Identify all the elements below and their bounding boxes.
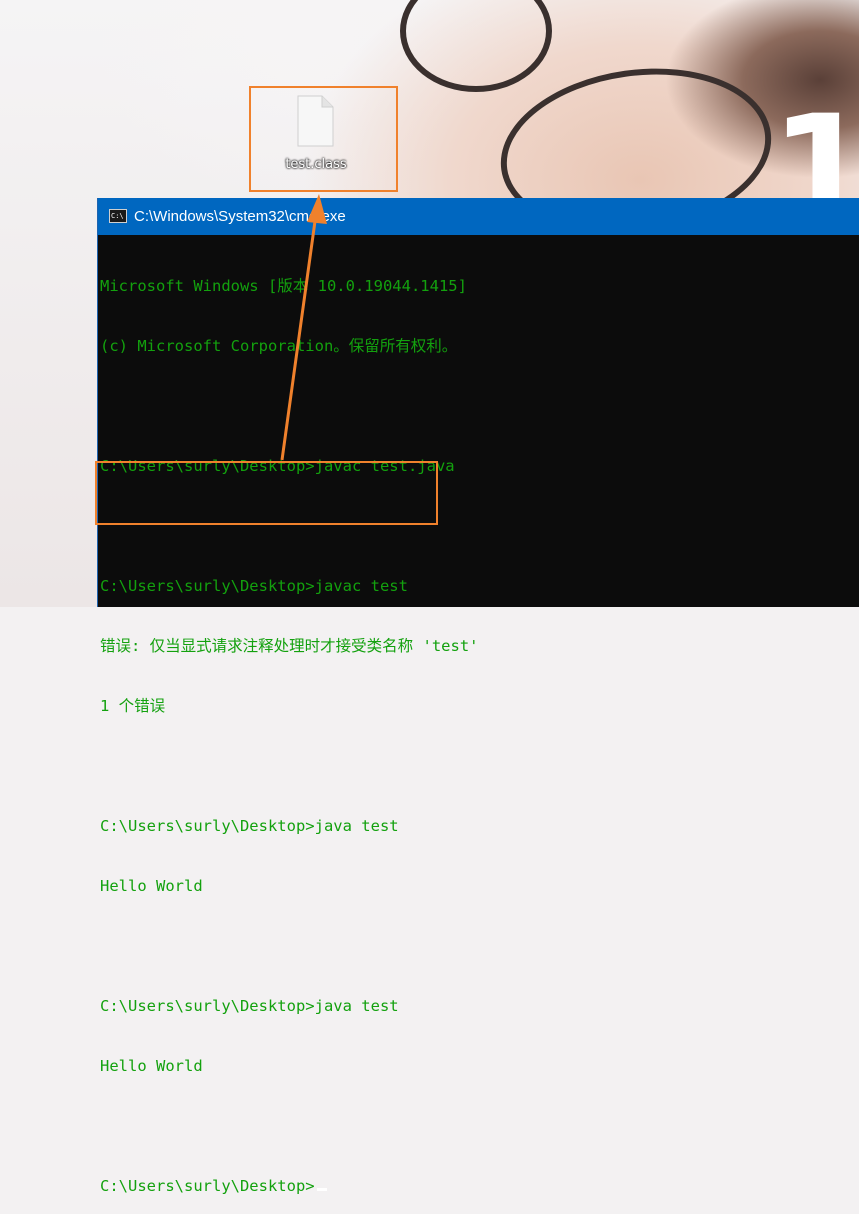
output-highlight-box xyxy=(95,461,438,525)
console-line: 1 个错误 xyxy=(100,697,166,715)
text-cursor xyxy=(316,1188,327,1191)
console-line: Hello World xyxy=(100,877,203,895)
console-line: Microsoft Windows [版本 10.0.19044.1415] xyxy=(100,277,467,295)
console-line: C:\Users\surly\Desktop>javac test xyxy=(100,577,408,595)
glasses-lens-frame-left xyxy=(400,0,552,92)
console-line: C:\Users\surly\Desktop>java test xyxy=(100,817,399,835)
console-output[interactable]: Microsoft Windows [版本 10.0.19044.1415] (… xyxy=(100,236,859,1195)
cmd-window[interactable]: C:\ C:\Windows\System32\cmd.exe Microsof… xyxy=(97,198,859,1195)
file-highlight-box xyxy=(249,86,398,192)
console-line: 错误: 仅当显式请求注释处理时才接受类名称 'test' xyxy=(100,637,479,655)
window-titlebar[interactable]: C:\ C:\Windows\System32\cmd.exe xyxy=(98,198,859,235)
console-prompt-line[interactable]: C:\Users\surly\Desktop> xyxy=(100,1176,859,1196)
cmd-icon: C:\ xyxy=(109,209,127,223)
console-prompt: C:\Users\surly\Desktop> xyxy=(100,1177,315,1195)
console-line: Hello World xyxy=(100,1057,203,1075)
window-title: C:\Windows\System32\cmd.exe xyxy=(134,208,346,225)
console-line: (c) Microsoft Corporation。保留所有权利。 xyxy=(100,337,458,355)
console-line: C:\Users\surly\Desktop>java test xyxy=(100,997,399,1015)
